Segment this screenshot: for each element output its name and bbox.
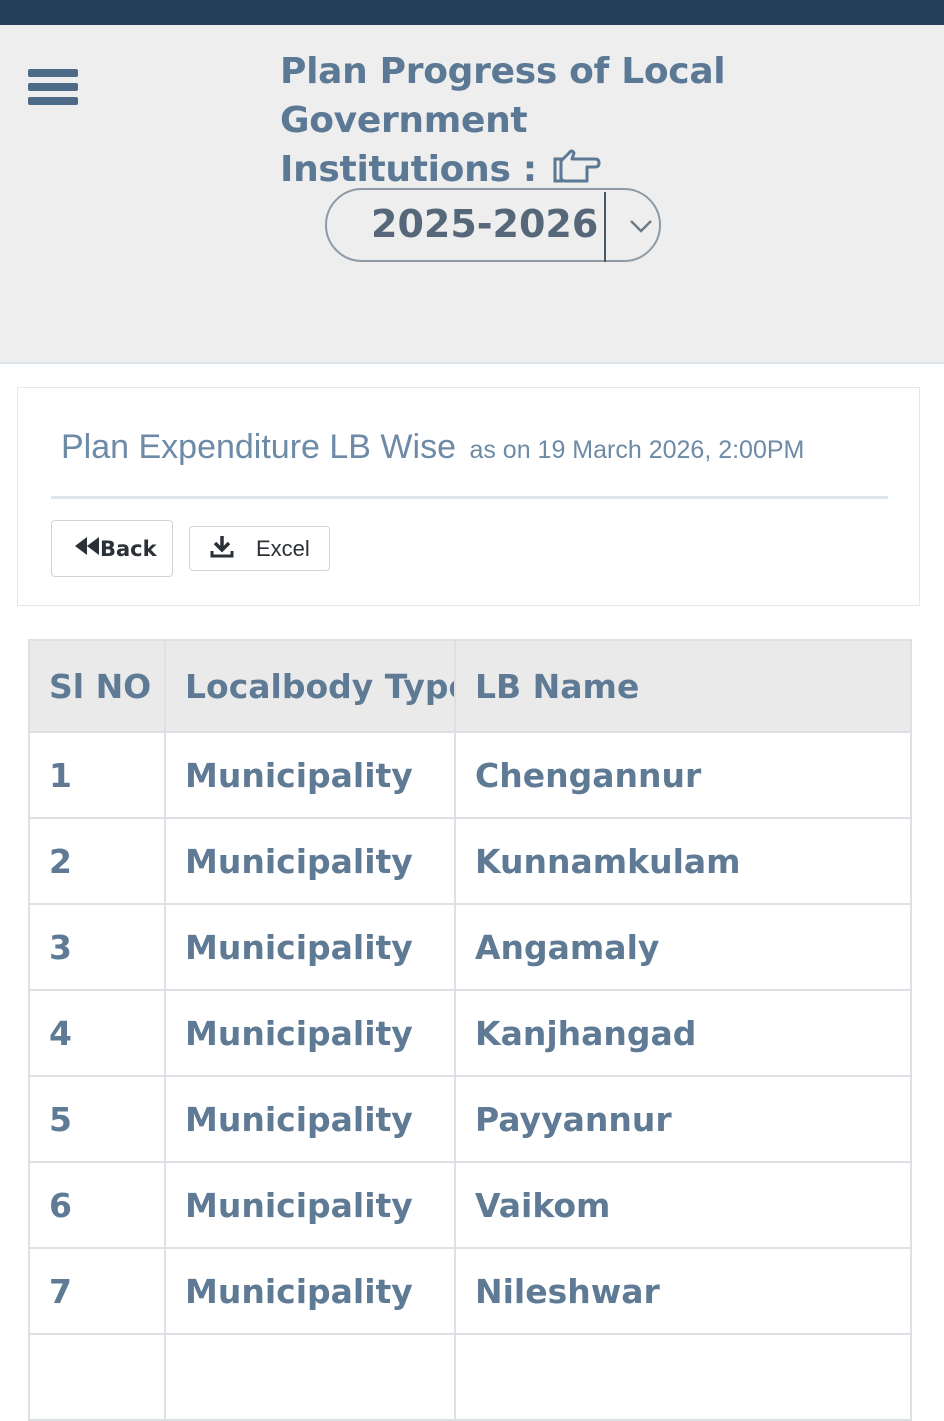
cell-localbody-type: Municipality xyxy=(164,731,456,819)
select-divider xyxy=(604,192,606,262)
cell-lb-name: Vaikom xyxy=(454,1161,912,1249)
cell-lb-name: Kunnamkulam xyxy=(454,817,912,905)
cell-sl-no: 4 xyxy=(28,989,166,1077)
cell-localbody-type: Municipality xyxy=(164,903,456,991)
cell-sl-no: 3 xyxy=(28,903,166,991)
back-button[interactable]: Back xyxy=(51,520,173,577)
cell-lb-name: Kanjhangad xyxy=(454,989,912,1077)
lb-expenditure-table: Sl NO Localbody Type LB Name 1 Municipal… xyxy=(28,639,912,1421)
status-bar xyxy=(0,0,944,25)
fast-backward-icon xyxy=(74,536,100,561)
cell-sl-no: 1 xyxy=(28,731,166,819)
table-header-row: Sl NO Localbody Type LB Name xyxy=(28,639,912,733)
card-title-text: Plan Expenditure LB Wise xyxy=(61,428,456,466)
cell-localbody-type: Municipality xyxy=(164,1161,456,1249)
financial-year-value: 2025-2026 xyxy=(371,202,599,246)
card-divider xyxy=(51,496,888,499)
column-header-localbody-type[interactable]: Localbody Type xyxy=(164,639,456,733)
cell-localbody-type xyxy=(164,1333,456,1421)
table-row[interactable]: 1 Municipality Chengannur xyxy=(28,731,912,819)
cell-sl-no: 6 xyxy=(28,1161,166,1249)
table-row[interactable]: 5 Municipality Payyannur xyxy=(28,1075,912,1163)
cell-localbody-type: Municipality xyxy=(164,989,456,1077)
excel-button-label: Excel xyxy=(256,535,310,561)
card-title: Plan Expenditure LB Wise as on 19 March … xyxy=(61,428,804,467)
excel-download-button[interactable]: Excel xyxy=(189,526,330,571)
hamburger-menu-icon[interactable] xyxy=(28,69,78,113)
cell-sl-no: 7 xyxy=(28,1247,166,1335)
financial-year-select[interactable]: 2025-2026 xyxy=(325,188,661,262)
table-row[interactable] xyxy=(28,1333,912,1421)
table-row[interactable]: 3 Municipality Angamaly xyxy=(28,903,912,991)
back-button-label: Back xyxy=(100,536,157,561)
column-header-lb-name[interactable]: LB Name xyxy=(454,639,912,733)
page-title: Plan Progress of Local Government Instit… xyxy=(280,47,930,198)
cell-sl-no xyxy=(28,1333,166,1421)
column-header-sl-no[interactable]: Sl NO xyxy=(28,639,166,733)
cell-lb-name: Angamaly xyxy=(454,903,912,991)
download-icon xyxy=(210,534,234,564)
cell-localbody-type: Municipality xyxy=(164,1075,456,1163)
cell-lb-name: Payyannur xyxy=(454,1075,912,1163)
page-header: Plan Progress of Local Government Instit… xyxy=(0,25,944,364)
table-row[interactable]: 2 Municipality Kunnamkulam xyxy=(28,817,912,905)
table-row[interactable]: 6 Municipality Vaikom xyxy=(28,1161,912,1249)
cell-sl-no: 5 xyxy=(28,1075,166,1163)
expenditure-card: Plan Expenditure LB Wise as on 19 March … xyxy=(17,387,920,606)
page-title-line2: Institutions : xyxy=(280,149,537,190)
table-row[interactable]: 4 Municipality Kanjhangad xyxy=(28,989,912,1077)
cell-lb-name: Chengannur xyxy=(454,731,912,819)
cell-lb-name: Nileshwar xyxy=(454,1247,912,1335)
cell-sl-no: 2 xyxy=(28,817,166,905)
cell-localbody-type: Municipality xyxy=(164,1247,456,1335)
cell-localbody-type: Municipality xyxy=(164,817,456,905)
cell-lb-name xyxy=(454,1333,912,1421)
as-of-timestamp: as on 19 March 2026, 2:00PM xyxy=(469,436,805,464)
chevron-down-icon[interactable] xyxy=(629,218,653,239)
table-row[interactable]: 7 Municipality Nileshwar xyxy=(28,1247,912,1335)
page-title-line1: Plan Progress of Local Government xyxy=(280,51,726,141)
